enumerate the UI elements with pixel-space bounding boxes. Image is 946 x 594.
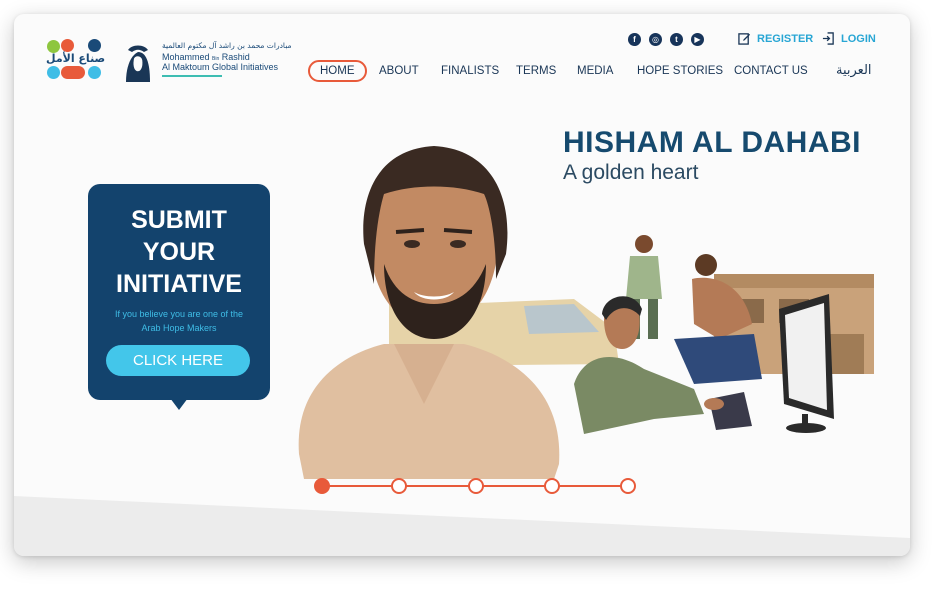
- submit-heading-line: YOUR: [142, 238, 216, 266]
- edit-icon: [738, 33, 751, 45]
- facebook-icon[interactable]: f: [628, 33, 641, 46]
- org-name-word: Rashid: [221, 52, 250, 62]
- crouching-man-illustration: [674, 254, 762, 384]
- login-link[interactable]: LOGIN: [822, 32, 876, 45]
- submit-heading-line: INITIATIVE: [116, 270, 242, 298]
- logo-dot: [47, 66, 60, 79]
- nav-about[interactable]: ABOUT: [379, 60, 419, 82]
- twitter-icon[interactable]: t: [670, 33, 683, 46]
- computer-monitor-illustration: [779, 294, 834, 433]
- nav-contact-us[interactable]: CONTACT US: [734, 60, 808, 82]
- slider-dot[interactable]: [544, 478, 560, 494]
- hope-makers-arabic: صناع الأمل: [46, 52, 106, 65]
- browser-page: صناع الأمل مبادرات محمد بن راشد آل مكتوم…: [14, 14, 910, 556]
- sheikh-portrait-icon: [126, 45, 150, 82]
- slider-dot[interactable]: [391, 478, 407, 494]
- youtube-icon[interactable]: ▶: [691, 33, 704, 46]
- slider-dot[interactable]: [468, 478, 484, 494]
- register-link[interactable]: REGISTER: [738, 32, 813, 45]
- login-icon: [822, 32, 834, 45]
- org-name-arabic: مبادرات محمد بن راشد آل مكتوم العالمية: [162, 41, 292, 50]
- slider-dot[interactable]: [314, 478, 330, 494]
- submit-card-pointer: [170, 398, 188, 410]
- click-here-button[interactable]: CLICK HERE: [106, 345, 250, 376]
- social-links: f ◎ t ▶: [628, 33, 704, 46]
- org-name-line2: Al Maktoum Global Initiatives: [162, 62, 279, 72]
- language-switch[interactable]: العربية: [836, 60, 872, 82]
- login-label: LOGIN: [841, 32, 876, 45]
- nav-media[interactable]: MEDIA: [577, 60, 613, 82]
- logo-dot: [61, 66, 85, 79]
- submit-desc-line: If you believe you are one of the: [114, 309, 244, 319]
- submit-card-description: If you believe you are one of the Arab H…: [98, 307, 260, 335]
- hope-makers-logo: صناع الأمل: [44, 38, 110, 84]
- hero-slider-pagination: [314, 478, 636, 494]
- submit-desc-line: Arab Hope Makers: [141, 323, 217, 333]
- nav-home[interactable]: HOME: [308, 60, 367, 82]
- instagram-icon[interactable]: ◎: [649, 33, 662, 46]
- hero-illustration: [298, 146, 874, 479]
- nav-finalists[interactable]: FINALISTS: [441, 60, 499, 82]
- org-name-underline: [162, 75, 222, 77]
- page-bottom-band: [14, 496, 910, 556]
- site-logo[interactable]: صناع الأمل مبادرات محمد بن راشد آل مكتوم…: [44, 38, 294, 94]
- logo-dot: [88, 66, 101, 79]
- nav-hope-stories[interactable]: HOPE STORIES: [637, 60, 723, 82]
- slider-dot[interactable]: [620, 478, 636, 494]
- hero-title: HISHAM AL DAHABI: [563, 126, 861, 159]
- submit-heading-line: SUBMIT: [131, 206, 227, 234]
- nav-terms[interactable]: TERMS: [516, 60, 556, 82]
- register-label: REGISTER: [757, 32, 814, 45]
- submit-card-heading: SUBMIT YOUR INITIATIVE: [88, 204, 270, 300]
- hero-subtitle: A golden heart: [563, 161, 699, 184]
- logo-dot: [61, 39, 74, 52]
- submit-initiative-card: SUBMIT YOUR INITIATIVE If you believe yo…: [88, 184, 270, 410]
- org-name-word: Mohammed: [162, 52, 210, 62]
- logo-dot: [88, 39, 101, 52]
- org-name-line1: Mohammed Bin Rashid: [162, 52, 250, 62]
